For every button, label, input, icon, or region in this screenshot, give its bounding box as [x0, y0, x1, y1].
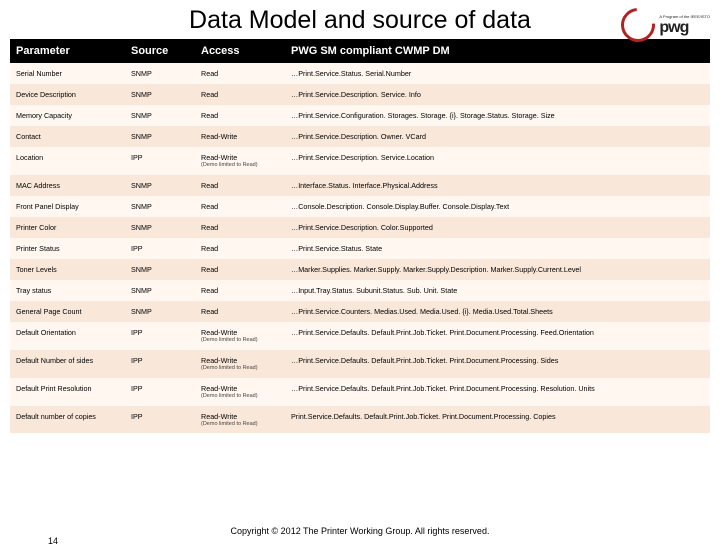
cell-dm: …Print.Service.Defaults. Default.Print.J…	[285, 378, 710, 406]
cell-parameter: Contact	[10, 126, 125, 147]
table-row: Device DescriptionSNMPRead…Print.Service…	[10, 84, 710, 105]
cell-parameter: Printer Color	[10, 217, 125, 238]
cell-parameter: Printer Status	[10, 238, 125, 259]
table-header-row: Parameter Source Access PWG SM compliant…	[10, 39, 710, 63]
cell-dm: …Print.Service.Configuration. Storages. …	[285, 105, 710, 126]
data-model-table: Parameter Source Access PWG SM compliant…	[10, 39, 710, 433]
cell-access: Read	[195, 105, 285, 126]
cell-dm: …Interface.Status. Interface.Physical.Ad…	[285, 175, 710, 196]
pwg-logo: A Program of the IEEE/ISTO pwg	[621, 8, 710, 42]
col-parameter: Parameter	[10, 39, 125, 63]
access-note: (Demo limited to Read)	[201, 337, 279, 344]
cell-access: Read-Write(Demo limited to Read)	[195, 147, 285, 175]
table-row: Printer ColorSNMPRead…Print.Service.Desc…	[10, 217, 710, 238]
table-row: Memory CapacitySNMPRead…Print.Service.Co…	[10, 105, 710, 126]
cell-source: SNMP	[125, 63, 195, 84]
cell-dm: …Print.Service.Defaults. Default.Print.J…	[285, 322, 710, 350]
cell-dm: …Print.Service.Description. Owner. VCard	[285, 126, 710, 147]
cell-access: Read-Write	[195, 126, 285, 147]
cell-dm: …Marker.Supplies. Marker.Supply. Marker.…	[285, 259, 710, 280]
cell-access: Read	[195, 238, 285, 259]
cell-source: IPP	[125, 378, 195, 406]
cell-source: IPP	[125, 350, 195, 378]
cell-source: SNMP	[125, 280, 195, 301]
cell-access: Read	[195, 63, 285, 84]
table-row: Front Panel DisplaySNMPRead…Console.Desc…	[10, 196, 710, 217]
cell-dm: …Print.Service.Description. Color.Suppor…	[285, 217, 710, 238]
cell-parameter: MAC Address	[10, 175, 125, 196]
cell-source: IPP	[125, 322, 195, 350]
cell-access: Read	[195, 84, 285, 105]
footer-copyright: Copyright © 2012 The Printer Working Gro…	[0, 526, 720, 536]
cell-dm: …Print.Service.Status. State	[285, 238, 710, 259]
cell-parameter: Tray status	[10, 280, 125, 301]
col-dm: PWG SM compliant CWMP DM	[285, 39, 710, 63]
swirl-icon	[614, 1, 662, 49]
cell-dm: …Print.Service.Description. Service.Loca…	[285, 147, 710, 175]
page-title: Data Model and source of data	[189, 6, 531, 35]
table-row: Serial NumberSNMPRead…Print.Service.Stat…	[10, 63, 710, 84]
access-note: (Demo limited to Read)	[201, 365, 279, 372]
cell-dm: …Print.Service.Description. Service. Inf…	[285, 84, 710, 105]
cell-access: Read	[195, 301, 285, 322]
table-row: MAC AddressSNMPRead…Interface.Status. In…	[10, 175, 710, 196]
cell-parameter: Front Panel Display	[10, 196, 125, 217]
cell-dm: …Print.Service.Status. Serial.Number	[285, 63, 710, 84]
access-note: (Demo limited to Read)	[201, 393, 279, 400]
table-row: LocationIPPRead-Write(Demo limited to Re…	[10, 147, 710, 175]
logo-subtext: A Program of the IEEE/ISTO	[659, 14, 710, 19]
cell-parameter: Default Print Resolution	[10, 378, 125, 406]
cell-parameter: Default Orientation	[10, 322, 125, 350]
table-row: Default Print ResolutionIPPRead-Write(De…	[10, 378, 710, 406]
cell-access: Read	[195, 259, 285, 280]
cell-source: SNMP	[125, 196, 195, 217]
cell-parameter: Toner Levels	[10, 259, 125, 280]
cell-parameter: Device Description	[10, 84, 125, 105]
cell-source: SNMP	[125, 301, 195, 322]
cell-parameter: Default Number of sides	[10, 350, 125, 378]
table-row: Default number of copiesIPPRead-Write(De…	[10, 406, 710, 434]
cell-access: Read-Write(Demo limited to Read)	[195, 378, 285, 406]
cell-access: Read-Write(Demo limited to Read)	[195, 350, 285, 378]
logo-text: pwg	[659, 19, 710, 37]
access-note: (Demo limited to Read)	[201, 162, 279, 169]
cell-source: SNMP	[125, 126, 195, 147]
col-source: Source	[125, 39, 195, 63]
col-access: Access	[195, 39, 285, 63]
cell-dm: …Print.Service.Counters. Medias.Used. Me…	[285, 301, 710, 322]
cell-parameter: Memory Capacity	[10, 105, 125, 126]
cell-dm: …Console.Description. Console.Display.Bu…	[285, 196, 710, 217]
cell-dm: …Input.Tray.Status. Subunit.Status. Sub.…	[285, 280, 710, 301]
table-row: Printer StatusIPPRead…Print.Service.Stat…	[10, 238, 710, 259]
cell-parameter: Default number of copies	[10, 406, 125, 434]
cell-source: IPP	[125, 406, 195, 434]
cell-source: SNMP	[125, 217, 195, 238]
cell-source: SNMP	[125, 175, 195, 196]
table-row: Tray statusSNMPRead…Input.Tray.Status. S…	[10, 280, 710, 301]
cell-source: SNMP	[125, 259, 195, 280]
cell-access: Read	[195, 196, 285, 217]
cell-access: Read-Write(Demo limited to Read)	[195, 322, 285, 350]
cell-access: Read	[195, 175, 285, 196]
cell-source: SNMP	[125, 84, 195, 105]
cell-access: Read	[195, 217, 285, 238]
access-note: (Demo limited to Read)	[201, 421, 279, 428]
cell-parameter: Serial Number	[10, 63, 125, 84]
footer-page-number: 14	[48, 536, 58, 546]
cell-access: Read	[195, 280, 285, 301]
table-row: Toner LevelsSNMPRead…Marker.Supplies. Ma…	[10, 259, 710, 280]
cell-dm: …Print.Service.Defaults. Default.Print.J…	[285, 350, 710, 378]
cell-parameter: Location	[10, 147, 125, 175]
cell-parameter: General Page Count	[10, 301, 125, 322]
table-row: Default OrientationIPPRead-Write(Demo li…	[10, 322, 710, 350]
cell-source: IPP	[125, 147, 195, 175]
table-row: ContactSNMPRead-Write…Print.Service.Desc…	[10, 126, 710, 147]
table-row: General Page CountSNMPRead…Print.Service…	[10, 301, 710, 322]
cell-dm: Print.Service.Defaults. Default.Print.Jo…	[285, 406, 710, 434]
cell-source: SNMP	[125, 105, 195, 126]
cell-source: IPP	[125, 238, 195, 259]
cell-access: Read-Write(Demo limited to Read)	[195, 406, 285, 434]
table-row: Default Number of sidesIPPRead-Write(Dem…	[10, 350, 710, 378]
